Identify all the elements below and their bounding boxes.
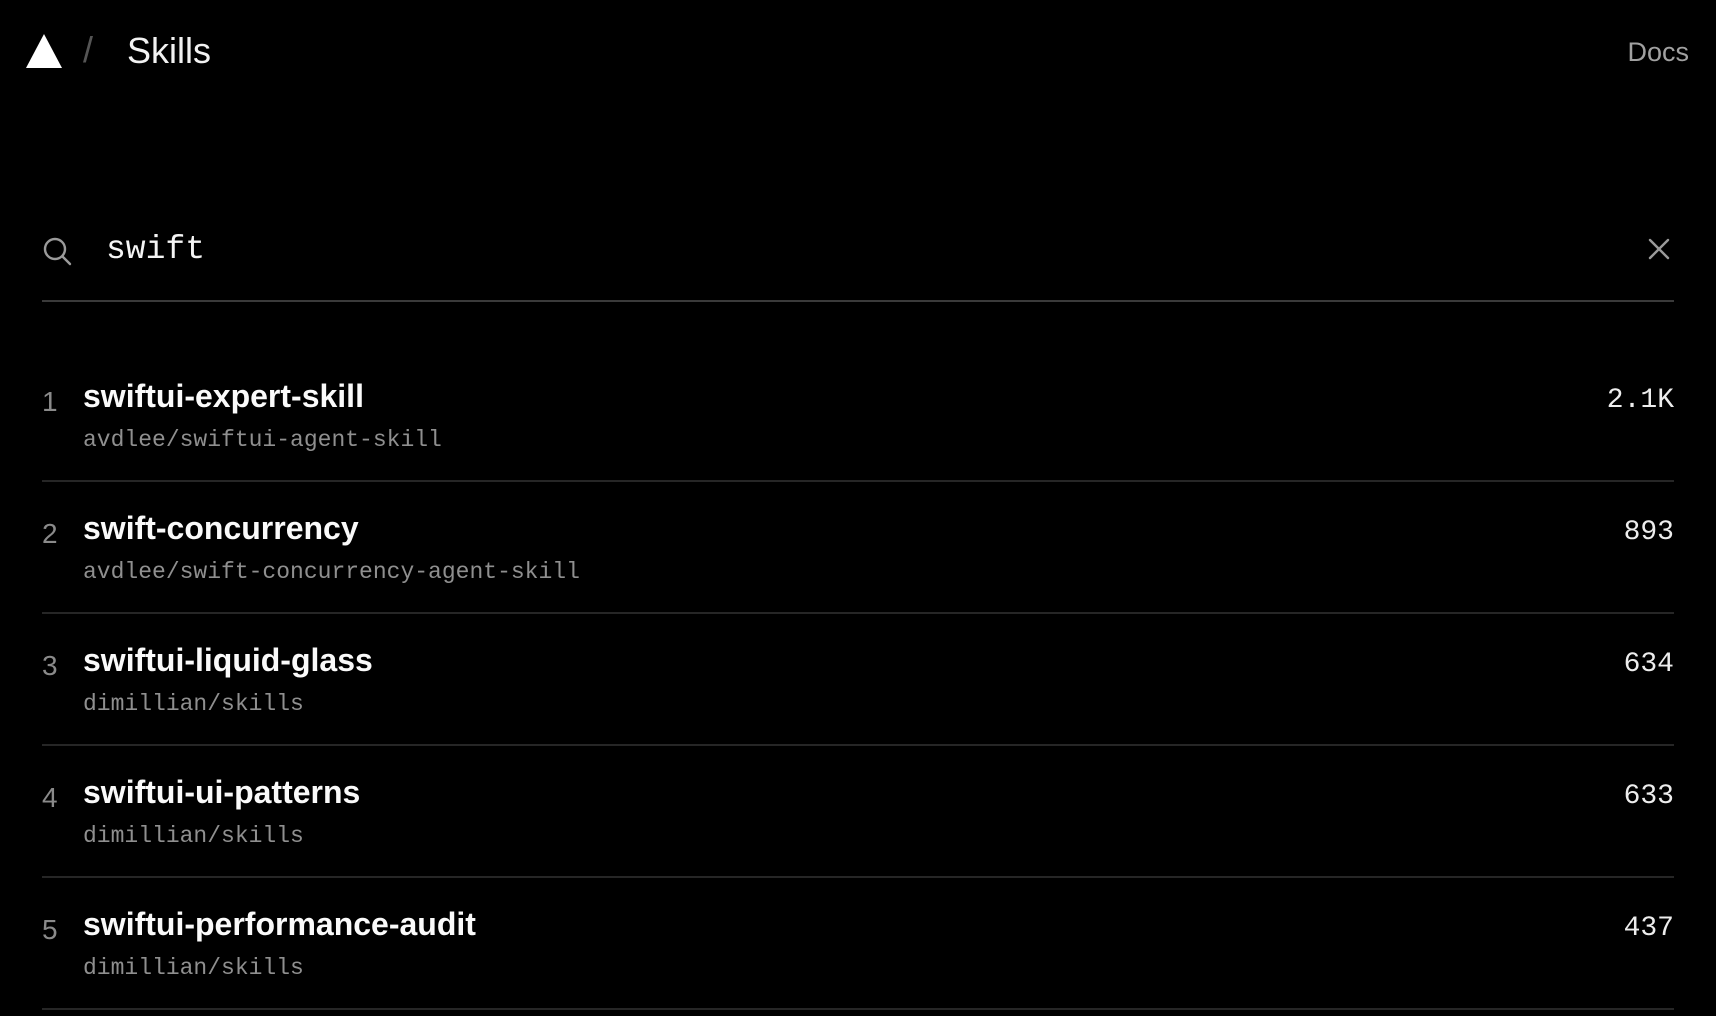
triangle-logo-icon[interactable] [26,34,62,68]
result-row[interactable]: 2 swift-concurrency avdlee/swift-concurr… [42,482,1674,614]
result-rank: 5 [42,914,58,945]
install-count: 634 [1623,649,1674,680]
page-title: Skills [127,30,212,71]
install-count: 633 [1623,781,1674,812]
skill-name[interactable]: swiftui-performance-audit [83,904,476,944]
result-row[interactable]: 4 swiftui-ui-patterns dimillian/skills 6… [42,746,1674,878]
install-count: 437 [1623,913,1674,944]
skill-name[interactable]: swiftui-liquid-glass [83,640,373,680]
skill-name[interactable]: swiftui-ui-patterns [83,772,360,812]
skill-source: dimillian/skills [83,691,304,717]
docs-link[interactable]: Docs [1627,36,1689,68]
search-bar [42,214,1674,302]
result-row[interactable]: 5 swiftui-performance-audit dimillian/sk… [42,878,1674,1010]
install-count: 2.1K [1606,385,1674,416]
skill-source: dimillian/skills [83,955,304,981]
result-row[interactable]: 3 swiftui-liquid-glass dimillian/skills … [42,614,1674,746]
result-rank: 4 [42,782,58,813]
breadcrumb-separator: / [83,29,94,70]
skill-source: avdlee/swift-concurrency-agent-skill [83,559,580,585]
close-icon[interactable] [1644,234,1674,264]
skill-source: avdlee/swiftui-agent-skill [83,427,442,453]
result-row[interactable]: 1 swiftui-expert-skill avdlee/swiftui-ag… [42,350,1674,482]
result-rank: 2 [42,518,58,549]
install-count: 893 [1623,517,1674,548]
skill-name[interactable]: swift-concurrency [83,508,359,548]
results-list: 1 swiftui-expert-skill avdlee/swiftui-ag… [42,350,1674,1010]
top-bar: / Skills Docs [0,0,1716,104]
search-icon [43,237,72,266]
skill-name[interactable]: swiftui-expert-skill [83,376,364,416]
search-input[interactable] [106,226,1566,272]
skill-source: dimillian/skills [83,823,304,849]
result-rank: 1 [42,386,58,417]
result-rank: 3 [42,650,58,681]
